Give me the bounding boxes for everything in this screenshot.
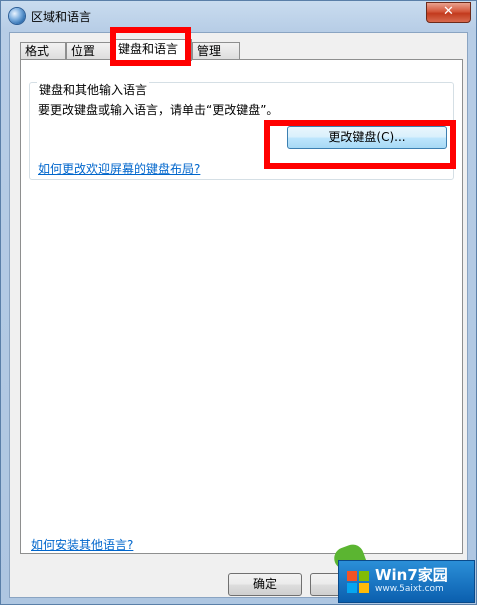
change-keyboards-button[interactable]: 更改键盘(C)... [287,126,447,149]
tab-administrative[interactable]: 管理 [192,42,240,60]
globe-icon [9,8,25,24]
ok-button[interactable]: 确定 [228,573,302,596]
welcome-screen-keyboard-link[interactable]: 如何更改欢迎屏幕的键盘布局? [38,160,200,177]
group-description: 要更改键盘或输入语言，请单击“更改键盘”。 [38,103,279,117]
install-languages-link[interactable]: 如何安装其他语言? [31,536,133,553]
tab-panel: 键盘和其他输入语言 要更改键盘或输入语言，请单击“更改键盘”。 更改键盘(C).… [20,59,463,554]
watermark-title: Win7家园 [375,566,448,584]
close-icon: ✕ [443,4,454,19]
tab-location[interactable]: 位置 [66,42,113,60]
group-title: 键盘和其他输入语言 [37,81,150,98]
windows-logo-icon [347,571,369,593]
close-button[interactable]: ✕ [426,2,471,23]
dialog-client-area: 格式 位置 键盘和语言 管理 键盘和其他输入语言 要更改键盘或输入语言，请单击“… [9,32,468,598]
tab-keyboards-languages[interactable]: 键盘和语言 [113,39,192,61]
watermark-badge: Win7家园 www.5aixt.com [328,541,475,603]
watermark-box: Win7家园 www.5aixt.com [338,560,475,603]
watermark-url: www.5aixt.com [375,584,444,594]
region-language-window: 区域和语言 ✕ 格式 位置 键盘和语言 管理 键盘和其他输入语言 要更改键盘或输… [0,0,477,605]
keyboard-group-box: 键盘和其他输入语言 要更改键盘或输入语言，请单击“更改键盘”。 更改键盘(C).… [29,81,454,180]
title-bar[interactable]: 区域和语言 ✕ [1,1,476,31]
window-title: 区域和语言 [31,10,92,24]
tab-formats[interactable]: 格式 [20,42,66,60]
